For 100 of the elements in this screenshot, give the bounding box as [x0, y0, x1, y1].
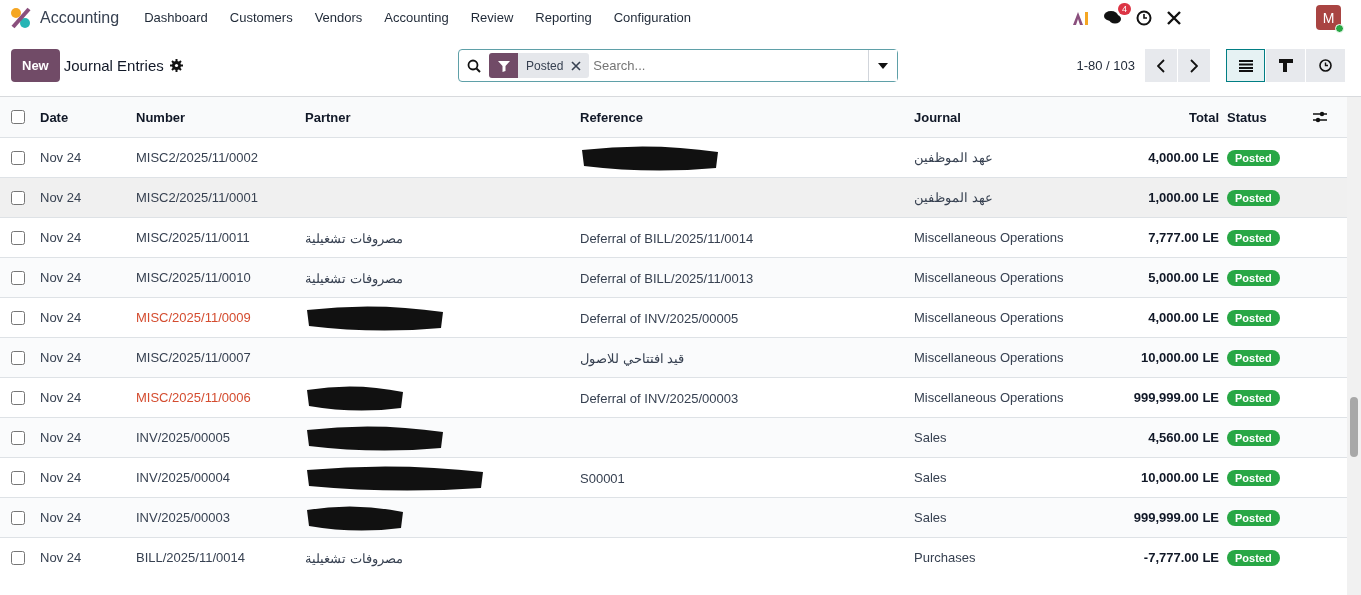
date-cell-text: Nov 24 — [40, 430, 83, 445]
clock-icon[interactable] — [1136, 9, 1152, 26]
status-badge: Posted — [1227, 149, 1280, 166]
ai-logo-icon[interactable] — [1072, 10, 1090, 25]
row-checkbox[interactable] — [11, 390, 25, 405]
page-title: Journal Entries — [63, 57, 164, 74]
status-badge: Posted — [1227, 429, 1280, 446]
journal-cell-text: عهد الموظفين — [914, 150, 994, 165]
column-header[interactable]: Total — [1107, 109, 1227, 125]
reference-cell: Deferral of BILL/2025/11/0014 — [580, 230, 754, 246]
row-checkbox[interactable] — [11, 350, 25, 365]
date-cell-text: Nov 24 — [40, 550, 83, 565]
date-cell-text: Nov 24 — [40, 230, 83, 245]
new-button[interactable]: New — [11, 49, 60, 82]
user-avatar[interactable]: M — [1316, 5, 1341, 30]
column-header[interactable]: Status — [1227, 109, 1307, 125]
total-cell-text: 5,000.00 LE — [1147, 270, 1220, 285]
reference-cell: قيد افتتاحي للاصول — [580, 350, 685, 366]
journal-cell-text: Miscellaneous Operations — [914, 270, 1065, 285]
column-header[interactable]: Date — [40, 109, 136, 125]
search-icon — [467, 58, 481, 73]
chevron-right-icon — [1190, 58, 1198, 73]
search-field[interactable]: Posted Search... — [458, 49, 898, 82]
row-checkbox[interactable] — [11, 470, 25, 485]
total-cell-text: 10,000.00 LE — [1139, 470, 1220, 485]
status-badge: Posted — [1227, 549, 1280, 566]
row-checkbox[interactable] — [11, 510, 25, 525]
total-cell-text: 4,000.00 LE — [1147, 150, 1220, 165]
search-options-button[interactable] — [868, 50, 897, 81]
total-cell-text: 4,560.00 LE — [1147, 430, 1220, 445]
number-cell-text: MISC/2025/11/0009 — [136, 310, 252, 325]
view-switch-button[interactable] — [1266, 49, 1305, 82]
journal-cell-text: Miscellaneous Operations — [914, 350, 1065, 365]
status-badge: Posted — [1227, 189, 1280, 206]
status-badge: Posted — [1227, 389, 1280, 406]
caret-icon — [878, 62, 888, 69]
total-cell-text: -7,777.00 LE — [1142, 550, 1220, 565]
number-cell-text: MISC2/2025/11/0002 — [136, 150, 259, 165]
date-cell-text: Nov 24 — [40, 470, 83, 485]
table-row[interactable]: Nov 24 INV/2025/00005 Sales 4,560.00 LE Posted — [0, 417, 1347, 457]
row-checkbox[interactable] — [11, 150, 25, 165]
status-badge: Posted — [1227, 309, 1280, 326]
menu-item[interactable]: Configuration — [602, 10, 702, 25]
settings-icon[interactable] — [169, 59, 183, 72]
table-row[interactable]: Nov 24 INV/2025/00003 Sales 999,999.00 LE Posted — [0, 497, 1347, 537]
menu-item[interactable]: Dashboard — [133, 10, 219, 25]
menu-item[interactable]: Accounting — [373, 10, 460, 25]
journal-cell-text: Miscellaneous Operations — [914, 230, 1065, 245]
journal-cell-text: عهد الموظفين — [914, 190, 994, 205]
number-cell-text: INV/2025/00003 — [136, 510, 231, 525]
number-cell-text: INV/2025/00005 — [136, 430, 231, 445]
menu-item[interactable]: Vendors — [303, 10, 374, 25]
message-count-badge: 4 — [1118, 3, 1131, 15]
date-cell-text: Nov 24 — [40, 190, 83, 205]
filter-facet-icon — [489, 53, 518, 78]
column-header[interactable]: Partner — [305, 109, 580, 125]
status-badge: Posted — [1227, 269, 1280, 286]
select-all-checkbox[interactable] — [11, 110, 25, 124]
view-switch-button[interactable] — [1226, 49, 1265, 82]
reference-cell: Deferral of INV/2025/00003 — [580, 390, 739, 406]
journal-cell-text: Miscellaneous Operations — [914, 310, 1065, 325]
date-cell-text: Nov 24 — [40, 510, 83, 525]
pager-value: 1-80 / 103 — [1076, 58, 1135, 73]
journal-cell-text: Sales — [914, 430, 948, 445]
status-badge: Posted — [1227, 349, 1280, 366]
journal-cell-text: Sales — [914, 470, 948, 485]
menu-item[interactable]: Customers — [218, 10, 304, 25]
column-header[interactable]: Reference — [580, 109, 914, 125]
chevron-left-icon — [1157, 58, 1165, 73]
reference-cell: Deferral of INV/2025/00005 — [580, 310, 739, 326]
row-checkbox[interactable] — [11, 310, 25, 325]
scrollbar[interactable] — [1347, 97, 1361, 595]
number-cell-text: MISC2/2025/11/0001 — [136, 190, 259, 205]
previous-button[interactable] — [1145, 49, 1177, 82]
menu-item[interactable]: Review — [459, 10, 525, 25]
app-name[interactable]: Accounting — [40, 8, 120, 27]
view-switch-button[interactable] — [1306, 49, 1345, 82]
total-cell-text: 1,000.00 LE — [1147, 190, 1220, 205]
menu-item[interactable]: Reporting — [524, 10, 603, 25]
total-cell-text: 7,777.00 LE — [1147, 230, 1220, 245]
app-logo-icon[interactable] — [10, 6, 32, 29]
row-checkbox[interactable] — [11, 270, 25, 285]
row-checkbox[interactable] — [11, 190, 25, 205]
status-badge: Posted — [1227, 469, 1280, 486]
row-checkbox[interactable] — [11, 550, 25, 565]
number-cell-text: MISC/2025/11/0006 — [136, 390, 252, 405]
date-cell-text: Nov 24 — [40, 390, 83, 405]
filter-facet[interactable]: Posted — [518, 53, 590, 78]
list-icon — [1238, 59, 1253, 72]
column-header[interactable]: Number — [136, 109, 305, 125]
next-button[interactable] — [1178, 49, 1210, 82]
total-cell-text: 999,999.00 LE — [1132, 390, 1220, 405]
total-cell-text: 10,000.00 LE — [1139, 350, 1220, 365]
column-header[interactable]: Journal — [914, 109, 1107, 125]
column-settings-icon[interactable] — [1313, 110, 1327, 124]
number-cell-text: BILL/2025/11/0014 — [136, 550, 246, 565]
chat-icon[interactable] — [1104, 10, 1122, 25]
row-checkbox[interactable] — [11, 230, 25, 245]
close-icon[interactable] — [571, 60, 582, 71]
row-checkbox[interactable] — [11, 430, 25, 445]
